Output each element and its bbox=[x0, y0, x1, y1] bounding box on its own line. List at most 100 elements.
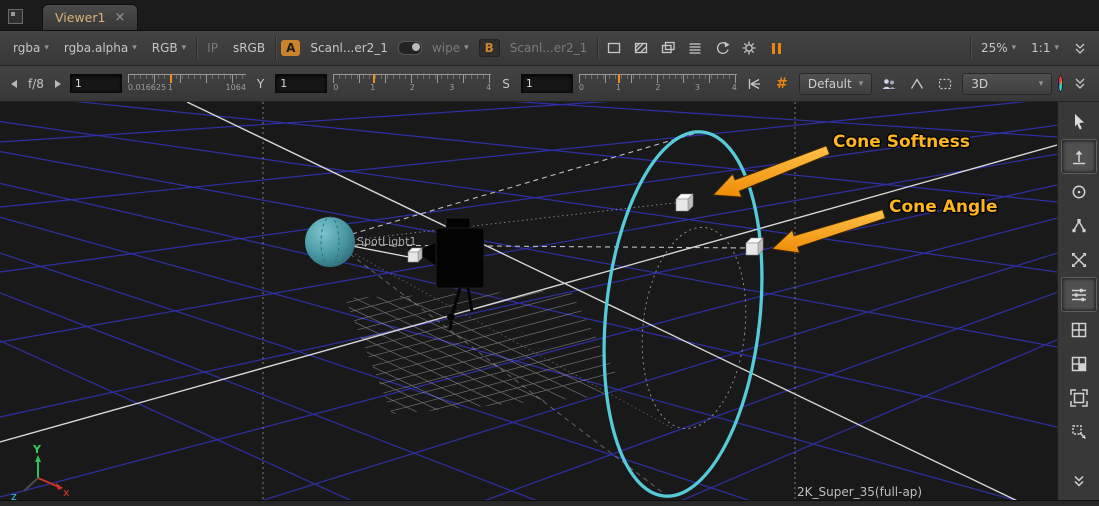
exposure-toolbar: f/8 0.016625 1 1064 Y 0 1 2 3 4 S bbox=[0, 66, 1099, 102]
grid-frame-icon[interactable] bbox=[1062, 313, 1096, 346]
collapse-chevrons-icon[interactable] bbox=[1062, 464, 1096, 497]
cone-angle-text: Cone Angle bbox=[889, 197, 998, 217]
multi-slider-icon[interactable] bbox=[1061, 277, 1097, 312]
collapse-chevrons-icon[interactable] bbox=[1069, 73, 1091, 95]
cone-softness-arrow bbox=[713, 146, 830, 197]
cone-lines bbox=[350, 132, 750, 492]
cone-softness-text: Cone Softness bbox=[833, 132, 970, 152]
hierarchy-icon[interactable] bbox=[1062, 209, 1096, 242]
slider-marker[interactable] bbox=[618, 74, 620, 83]
axis-y-label: Y bbox=[32, 443, 42, 456]
fstop-label[interactable]: f/8 bbox=[26, 75, 46, 93]
people-icon[interactable] bbox=[878, 73, 900, 95]
pixel-ratio-dropdown[interactable]: 1:1 ▾ bbox=[1026, 39, 1064, 57]
slider-marker[interactable] bbox=[373, 74, 375, 83]
cursor-icon[interactable] bbox=[1062, 105, 1096, 138]
softness-handle-cube[interactable] bbox=[676, 194, 693, 211]
angle-handle-cube[interactable] bbox=[746, 238, 763, 255]
tab-viewer1[interactable]: Viewer1 × bbox=[42, 4, 138, 30]
zoom-dropdown[interactable]: 25% ▾ bbox=[976, 39, 1021, 57]
bottom-panel-edge bbox=[0, 500, 1099, 506]
gear-icon[interactable] bbox=[738, 37, 760, 59]
ruler-labels: 0 1 2 3 4 bbox=[333, 83, 491, 93]
quad-view-icon[interactable] bbox=[1062, 347, 1096, 380]
tab-label: Viewer1 bbox=[55, 10, 105, 25]
chevron-down-icon: ▾ bbox=[1054, 44, 1059, 52]
spotlight-label: SpotLight1 bbox=[357, 235, 416, 248]
color-wheel-icon[interactable] bbox=[1058, 75, 1063, 92]
separator bbox=[970, 37, 971, 59]
lut-dropdown[interactable]: Default ▾ bbox=[799, 73, 872, 95]
alpha-channel-dropdown[interactable]: rgba.alpha ▾ bbox=[59, 39, 142, 57]
ruler-ticks bbox=[333, 74, 491, 83]
marquee-icon[interactable] bbox=[934, 73, 956, 95]
viewer-toolbar: rgba ▾ rgba.alpha ▾ RGB ▾ IP sRGB A Scan… bbox=[0, 31, 1099, 66]
expand-arrows-icon[interactable] bbox=[1062, 243, 1096, 276]
saturation-label: S bbox=[497, 75, 515, 93]
ruler-ticks bbox=[579, 74, 737, 83]
viewer-window: Viewer1 × rgba ▾ rgba.alpha ▾ RGB ▾ IP s… bbox=[0, 0, 1099, 506]
translate-tool-icon[interactable] bbox=[1061, 139, 1097, 174]
input-a-source[interactable]: Scanl...er2_1 bbox=[305, 39, 393, 57]
close-icon[interactable]: × bbox=[114, 13, 125, 23]
grid-hash-icon[interactable]: # bbox=[771, 73, 793, 95]
collapse-chevrons-icon[interactable] bbox=[1069, 37, 1091, 59]
chevron-down-icon: ▾ bbox=[132, 44, 137, 52]
frame-icon[interactable] bbox=[603, 37, 625, 59]
stripes-icon[interactable] bbox=[630, 37, 652, 59]
slider-marker[interactable] bbox=[170, 74, 172, 83]
chevron-down-icon: ▾ bbox=[464, 44, 469, 52]
chevron-down-icon: ▾ bbox=[1039, 80, 1044, 88]
wipe-handle-icon[interactable] bbox=[398, 41, 422, 55]
viewport-3d[interactable]: SpotLight1 Cone Sof bbox=[0, 102, 1057, 500]
gamma-slider[interactable]: 0 1 2 3 4 bbox=[333, 74, 491, 93]
cone-angle-arrow bbox=[772, 210, 885, 253]
ruler-labels: 0 1 2 3 4 bbox=[579, 83, 737, 93]
chevron-down-icon: ▾ bbox=[1012, 44, 1017, 52]
channels-dropdown[interactable]: rgba ▾ bbox=[8, 39, 54, 57]
format-label: 2K_Super_35(full-ap) bbox=[797, 485, 922, 499]
srgb-button[interactable]: sRGB bbox=[228, 39, 270, 57]
gain-input[interactable] bbox=[70, 74, 122, 93]
prev-arrow-icon[interactable] bbox=[8, 73, 20, 95]
separator bbox=[597, 37, 598, 59]
view-mode-dropdown[interactable]: 3D ▾ bbox=[962, 73, 1052, 95]
input-b-button[interactable]: B bbox=[479, 39, 500, 57]
grid-3d bbox=[0, 102, 1057, 500]
pivot-handle-cube[interactable] bbox=[408, 248, 422, 262]
ruler-labels: 0.016625 1 1064 bbox=[128, 83, 246, 93]
input-b-source[interactable]: Scanl...er2_1 bbox=[505, 39, 593, 57]
chevron-down-icon: ▾ bbox=[859, 80, 864, 88]
spotlight-sphere[interactable] bbox=[305, 217, 355, 267]
ruler-ticks bbox=[128, 74, 246, 83]
cone-softness-circle[interactable] bbox=[633, 222, 756, 434]
gamma-label: Y bbox=[252, 75, 269, 93]
input-a-button[interactable]: A bbox=[281, 40, 300, 56]
separator bbox=[275, 37, 276, 59]
layers-icon[interactable] bbox=[657, 37, 679, 59]
viewer-side-toolbar bbox=[1057, 102, 1099, 500]
chevron-down-icon: ▾ bbox=[44, 44, 49, 52]
tab-bar: Viewer1 × bbox=[0, 0, 1099, 31]
pause-button[interactable] bbox=[765, 37, 787, 59]
curve-icon[interactable] bbox=[906, 73, 928, 95]
annotation-labels: Cone Softness Cone Angle bbox=[833, 132, 998, 217]
display-mode-dropdown[interactable]: RGB ▾ bbox=[147, 39, 191, 57]
lines-icon[interactable] bbox=[684, 37, 706, 59]
ip-button[interactable]: IP bbox=[202, 39, 223, 57]
gain-slider[interactable]: 0.016625 1 1064 bbox=[128, 74, 246, 93]
crop-frame-icon[interactable] bbox=[1062, 381, 1096, 414]
region-select-icon[interactable] bbox=[1062, 415, 1096, 448]
wipe-dropdown[interactable]: wipe ▾ bbox=[427, 39, 474, 57]
saturation-input[interactable] bbox=[521, 74, 573, 93]
next-arrow-icon[interactable] bbox=[52, 73, 64, 95]
axis-x-label: x bbox=[63, 486, 70, 499]
pane-menu-icon[interactable] bbox=[8, 9, 23, 24]
saturation-slider[interactable]: 0 1 2 3 4 bbox=[579, 74, 737, 93]
chevron-down-icon: ▾ bbox=[182, 44, 187, 52]
rotate-tool-icon[interactable] bbox=[1062, 175, 1096, 208]
light-beam-icon[interactable] bbox=[743, 73, 765, 95]
refresh-icon[interactable] bbox=[711, 37, 733, 59]
gamma-input[interactable] bbox=[275, 74, 327, 93]
axis-z-label: z bbox=[11, 490, 17, 500]
